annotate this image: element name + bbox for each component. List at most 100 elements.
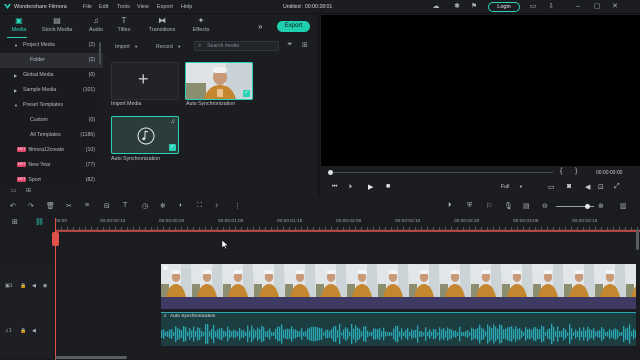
- fit-icon[interactable]: ⛶: [197, 202, 202, 210]
- panel-divider[interactable]: [318, 15, 320, 195]
- link-icon[interactable]: ⛓: [35, 218, 44, 226]
- step-back-icon[interactable]: ⏮: [332, 184, 337, 191]
- sidebar-item-custom[interactable]: Custom (0): [0, 113, 103, 128]
- video-media-card[interactable]: ✓: [185, 62, 253, 100]
- layers-icon[interactable]: ▤: [523, 202, 530, 210]
- import-media-card[interactable]: +: [111, 62, 179, 100]
- lock-icon[interactable]: 🔒: [20, 283, 26, 289]
- menu-help[interactable]: Help: [181, 0, 192, 14]
- preview-progress-handle[interactable]: [328, 170, 333, 175]
- maximize-icon[interactable]: ▢: [593, 3, 601, 11]
- mute-icon[interactable]: ◀: [32, 328, 36, 334]
- cut-icon[interactable]: ✂: [66, 202, 72, 210]
- work-area-bar[interactable]: [55, 230, 640, 232]
- menu-export[interactable]: Export: [157, 0, 173, 14]
- speed-icon[interactable]: ◷: [142, 202, 148, 210]
- hot-badge-icon: HOT: [17, 177, 27, 183]
- export-button[interactable]: Export: [277, 21, 310, 32]
- menu-tools[interactable]: Tools: [117, 0, 130, 14]
- sidebar-item-filmora12create[interactable]: HOT filmora12create (10): [0, 143, 103, 158]
- tab-transitions[interactable]: ⧓ Transitions: [144, 15, 180, 37]
- zoom-in-icon[interactable]: ⊕: [598, 202, 604, 210]
- sidebar-scrollbar[interactable]: [99, 42, 101, 64]
- text-icon[interactable]: T: [123, 202, 127, 209]
- chevron-down-icon: ▼: [177, 44, 182, 49]
- mark-out-button[interactable]: }: [575, 168, 577, 175]
- music-type-icon: ♫: [170, 119, 176, 125]
- new-folder-icon[interactable]: ▭: [11, 187, 17, 194]
- timeline-settings-icon[interactable]: ▥: [620, 202, 627, 210]
- preview-progress-track[interactable]: [331, 172, 553, 173]
- lock-icon[interactable]: 🔒: [20, 328, 26, 334]
- mic-icon[interactable]: 🎙: [504, 202, 513, 210]
- sidebar-item-project-media[interactable]: ▼ Project Media (2): [0, 38, 103, 53]
- minimize-icon[interactable]: –: [574, 3, 582, 11]
- fullscreen-icon[interactable]: ⤢: [614, 183, 620, 191]
- tab-stock-media[interactable]: ▤ Stock Media: [38, 15, 76, 37]
- tab-titles[interactable]: T Titles: [108, 15, 140, 37]
- layout-icon[interactable]: ▭: [529, 3, 537, 11]
- tab-effects[interactable]: ✦ Effects: [185, 15, 217, 37]
- import-folder-icon[interactable]: ⊞: [26, 187, 31, 194]
- sidebar-item-preset-templates[interactable]: ▼ Preset Templates: [0, 98, 103, 113]
- eq-icon[interactable]: ⋮: [234, 202, 241, 210]
- notification-icon[interactable]: ⚑: [470, 3, 478, 11]
- mute-icon[interactable]: ◀: [32, 283, 36, 289]
- preview-player[interactable]: [321, 15, 640, 166]
- adjust-icon[interactable]: ≡: [85, 202, 89, 209]
- snapshot-icon[interactable]: ◙: [567, 183, 571, 190]
- marker-icon[interactable]: ⚐: [486, 202, 492, 210]
- sidebar-item-all-templates[interactable]: All Templates (1186): [0, 128, 103, 143]
- crop-icon[interactable]: ⊟: [104, 202, 110, 210]
- render-icon[interactable]: ⏵: [448, 202, 452, 210]
- audio-clip[interactable]: ♫ Auto Synchronization: [161, 312, 636, 346]
- color-icon[interactable]: ◐: [179, 202, 183, 209]
- zoom-out-icon[interactable]: ⊖: [542, 202, 548, 210]
- zoom-slider-handle[interactable]: [585, 204, 590, 209]
- add-track-icon[interactable]: ⊞: [12, 218, 18, 226]
- expand-panel-icon[interactable]: »: [258, 22, 262, 31]
- display-icon[interactable]: ▭: [548, 183, 555, 191]
- login-button[interactable]: Login: [488, 2, 520, 12]
- sidebar-item-global-media[interactable]: ▶ Global Media (0): [0, 68, 103, 83]
- timeline-scrollbar[interactable]: [55, 356, 127, 359]
- audio-media-card[interactable]: ♫ ✓: [111, 116, 179, 154]
- search-input[interactable]: ⌕ Search media: [194, 41, 279, 51]
- sidebar-item-folder[interactable]: Folder (2): [0, 53, 103, 68]
- play-frame-icon[interactable]: ⏵: [349, 184, 352, 191]
- record-dropdown[interactable]: Record ▼: [156, 42, 181, 51]
- playhead-handle[interactable]: [52, 232, 59, 246]
- zoom-fit-icon[interactable]: ⊡: [598, 183, 604, 191]
- tab-media[interactable]: ▣ Media: [3, 15, 35, 37]
- filter-icon[interactable]: ⏷: [287, 41, 293, 49]
- volume-icon[interactable]: ◀: [585, 183, 590, 191]
- sidebar-item-new-year[interactable]: HOT New Year (77): [0, 158, 103, 173]
- freeze-icon[interactable]: ❄: [160, 202, 166, 210]
- stop-icon[interactable]: ■: [386, 183, 390, 190]
- import-dropdown[interactable]: Import ▼: [115, 42, 138, 51]
- menu-edit[interactable]: Edit: [99, 0, 108, 14]
- menu-file[interactable]: File: [83, 0, 92, 14]
- hot-badge-icon: HOT: [17, 162, 27, 168]
- quality-dropdown[interactable]: Full ▼: [501, 184, 531, 192]
- eye-icon[interactable]: ◉: [43, 283, 47, 289]
- mark-in-button[interactable]: {: [560, 168, 562, 175]
- close-icon[interactable]: ✕: [611, 3, 619, 11]
- lightbulb-icon[interactable]: ✱: [453, 3, 461, 11]
- menu-view[interactable]: View: [137, 0, 149, 14]
- delete-icon[interactable]: 🗑: [46, 202, 55, 210]
- grid-view-icon[interactable]: ⊞: [302, 41, 308, 49]
- ruler-label: 00:00:02:20: [454, 219, 480, 224]
- undo-icon[interactable]: ↶: [10, 202, 16, 210]
- sidebar-item-sport[interactable]: HOT Sport (82): [0, 173, 103, 188]
- video-clip[interactable]: Auto Synchronization ▣: [161, 264, 636, 297]
- audio-adjust-icon[interactable]: ♪: [215, 202, 219, 209]
- download-icon[interactable]: ⇩: [547, 3, 555, 11]
- play-icon[interactable]: ▶: [368, 183, 373, 191]
- redo-icon[interactable]: ↷: [28, 202, 34, 210]
- cloud-icon[interactable]: ☁: [432, 3, 440, 11]
- shield-icon[interactable]: ⛨: [467, 202, 472, 210]
- sidebar-item-sample-media[interactable]: ▶ Sample Media (101): [0, 83, 103, 98]
- timeline-panel: ↶ ↷ 🗑 ✂ ≡ ⊟ T ◷ ❄ ◐ ⛶ ♪ ⋮ ⏵ ⛨ ⚐ 🎙 ▤ ⊖ ⊕ …: [0, 198, 640, 360]
- timeline-vertical-scrollbar[interactable]: [636, 230, 639, 250]
